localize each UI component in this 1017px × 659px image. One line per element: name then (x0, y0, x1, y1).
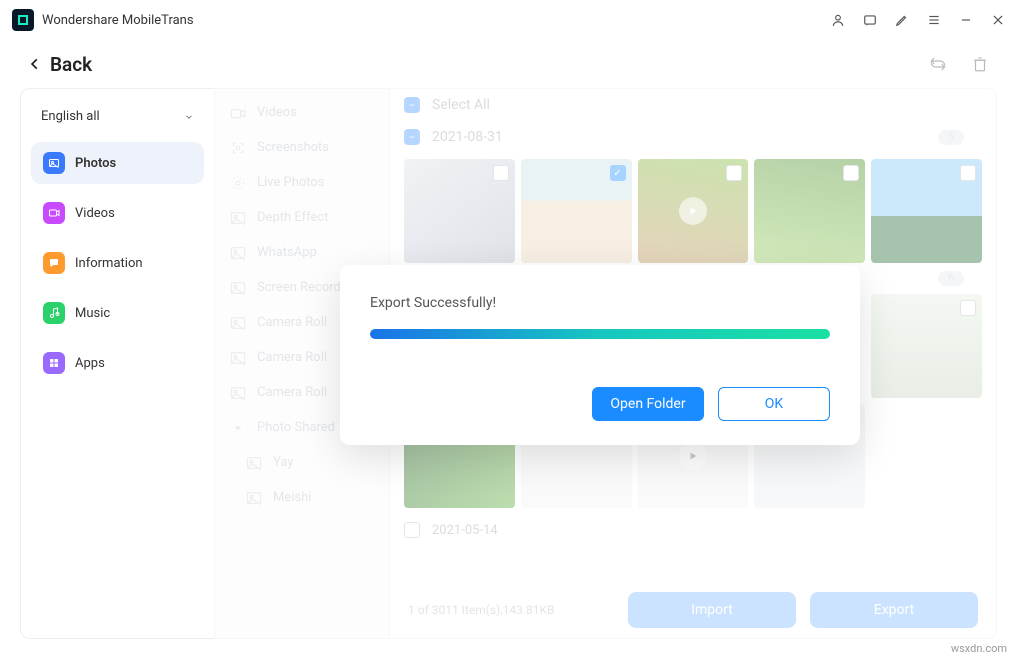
app-title: Wondershare MobileTrans (42, 13, 194, 28)
watermark: wsxdn.com (951, 642, 1007, 655)
trash-icon[interactable] (971, 55, 989, 73)
back-button[interactable]: Back (28, 53, 92, 76)
open-folder-button[interactable]: Open Folder (592, 387, 704, 421)
sidebar-item-music[interactable]: Music (31, 292, 204, 334)
photos-icon (43, 152, 65, 174)
sidebar-item-label: Music (75, 306, 110, 321)
user-icon[interactable] (831, 13, 845, 27)
edit-icon[interactable] (895, 13, 909, 27)
language-label: English all (41, 109, 100, 124)
sidebar-item-label: Information (75, 256, 143, 271)
minimize-icon[interactable] (959, 13, 973, 27)
refresh-icon[interactable] (929, 55, 947, 73)
sidebar-left: English all Photos Videos Information Mu… (21, 89, 215, 638)
titlebar-right (831, 13, 1005, 27)
language-select[interactable]: English all (31, 101, 204, 132)
ok-label: OK (765, 396, 783, 412)
menu-icon[interactable] (927, 13, 941, 27)
window-titlebar: Wondershare MobileTrans (0, 0, 1017, 40)
ok-button[interactable]: OK (718, 387, 830, 421)
modal-progress-bar (370, 329, 830, 339)
back-label: Back (50, 53, 92, 76)
export-success-modal: Export Successfully! Open Folder OK (340, 265, 860, 445)
sidebar-item-label: Photos (75, 156, 116, 171)
modal-actions: Open Folder OK (370, 387, 830, 421)
close-icon[interactable] (991, 13, 1005, 27)
app-logo (12, 9, 34, 31)
sidebar-item-apps[interactable]: Apps (31, 342, 204, 384)
message-icon[interactable] (863, 13, 877, 27)
header-bar: Back (0, 40, 1017, 88)
music-icon (43, 302, 65, 324)
header-actions (929, 55, 989, 73)
chevron-left-icon (28, 57, 42, 71)
sidebar-item-label: Videos (75, 206, 115, 221)
open-folder-label: Open Folder (610, 396, 685, 412)
sidebar-item-information[interactable]: Information (31, 242, 204, 284)
information-icon (43, 252, 65, 274)
videos-icon (43, 202, 65, 224)
apps-icon (43, 352, 65, 374)
modal-title: Export Successfully! (370, 295, 830, 311)
sidebar-item-videos[interactable]: Videos (31, 192, 204, 234)
sidebar-item-label: Apps (75, 356, 105, 371)
sidebar-item-photos[interactable]: Photos (31, 142, 204, 184)
chevron-down-icon (184, 112, 194, 122)
titlebar-left: Wondershare MobileTrans (12, 9, 194, 31)
